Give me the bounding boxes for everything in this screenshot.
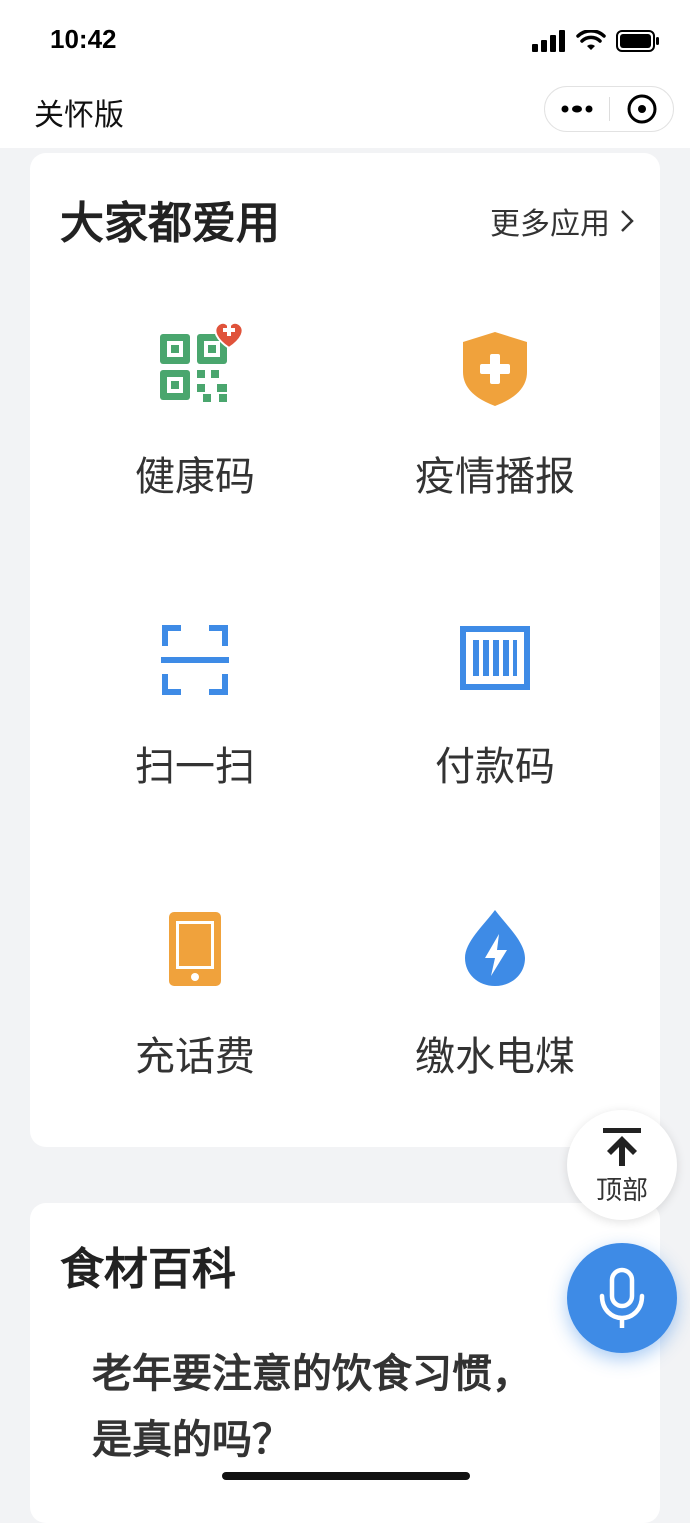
article-title[interactable]: 老年要注意的饮食习惯， 是真的吗？ bbox=[92, 1341, 592, 1473]
back-to-top-label: 顶部 bbox=[595, 1176, 648, 1206]
more-dots-icon[interactable] bbox=[545, 87, 609, 131]
phone-icon bbox=[145, 900, 245, 1000]
signal-icon bbox=[532, 30, 565, 52]
barcode-icon bbox=[445, 610, 545, 710]
wifi-icon bbox=[576, 30, 606, 50]
status-bar: 10:42 bbox=[0, 0, 690, 80]
page-title: 关怀版 bbox=[34, 98, 124, 133]
status-icons bbox=[532, 30, 660, 52]
more-apps-link[interactable]: 更多应用 bbox=[490, 199, 634, 243]
close-circle-icon[interactable] bbox=[611, 87, 673, 131]
nav-bar: 关怀版 bbox=[0, 80, 690, 148]
article-title-line2: 是真的吗？ bbox=[92, 1417, 292, 1463]
chevron-right-icon bbox=[621, 210, 634, 232]
mini-program-capsule bbox=[544, 86, 674, 132]
battery-icon bbox=[616, 30, 659, 52]
app-phone-recharge[interactable]: 充话费 bbox=[45, 900, 345, 1160]
back-to-top-button[interactable]: 顶部 bbox=[567, 1110, 677, 1220]
app-label: 充话费 bbox=[135, 1034, 255, 1080]
app-epidemic-report[interactable]: 疫情播报 bbox=[345, 320, 645, 580]
home-indicator bbox=[222, 1472, 470, 1480]
status-time: 10:42 bbox=[50, 24, 117, 54]
more-apps-label: 更多应用 bbox=[490, 207, 610, 242]
app-label: 缴水电煤 bbox=[415, 1034, 575, 1080]
health-qr-code-icon bbox=[145, 320, 245, 420]
water-bolt-icon bbox=[445, 900, 545, 1000]
app-health-code[interactable]: 健康码 bbox=[45, 320, 345, 580]
app-label: 付款码 bbox=[435, 744, 555, 790]
app-label: 扫一扫 bbox=[135, 744, 255, 790]
app-label: 健康码 bbox=[135, 454, 255, 500]
app-scan[interactable]: 扫一扫 bbox=[45, 610, 345, 870]
arrow-up-to-top-icon bbox=[603, 1128, 641, 1166]
food-card-title: 食材百科 bbox=[60, 1244, 236, 1295]
capsule-divider bbox=[609, 97, 610, 121]
voice-input-button[interactable] bbox=[567, 1243, 677, 1353]
apps-card-title: 大家都爱用 bbox=[60, 198, 280, 249]
article-title-line1: 老年要注意的饮食习惯， bbox=[92, 1351, 532, 1397]
app-payment-code[interactable]: 付款码 bbox=[345, 610, 645, 870]
apps-card: 大家都爱用 更多应用 健康码 疫情播报 扫一扫 付款码 充话费 缴水电煤 bbox=[30, 153, 660, 1147]
microphone-icon bbox=[599, 1267, 645, 1328]
app-label: 疫情播报 bbox=[415, 454, 575, 500]
scan-icon bbox=[145, 610, 245, 710]
shield-plus-icon bbox=[445, 320, 545, 420]
